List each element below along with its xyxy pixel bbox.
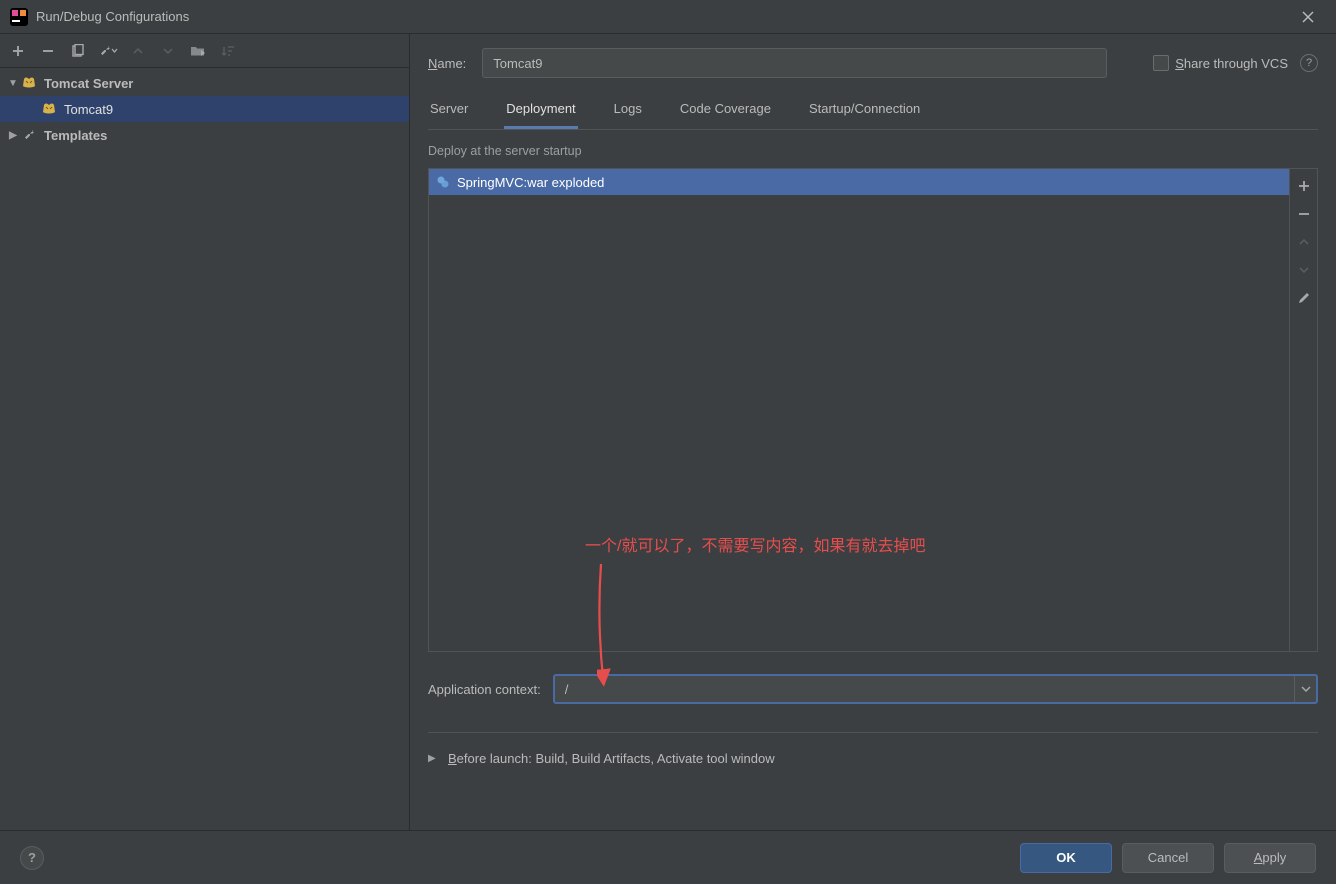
chevron-right-icon: ▶ [428, 753, 440, 764]
share-vcs-checkbox[interactable] [1153, 55, 1169, 71]
tab-startup-connection[interactable]: Startup/Connection [807, 96, 922, 129]
tree-node-templates[interactable]: ▶ Templates [0, 122, 409, 148]
config-name-input[interactable] [482, 48, 1107, 78]
add-button[interactable] [4, 37, 32, 65]
tomcat-icon [22, 75, 38, 91]
annotation-text: 一个/就可以了，不需要写内容，如果有就去掉吧 [585, 532, 925, 556]
tab-server[interactable]: Server [428, 96, 470, 129]
main-area: ▼ Tomcat Server Tomcat9 ▶ Templates Name… [0, 34, 1336, 830]
tree-node-tomcat-server[interactable]: ▼ Tomcat Server [0, 70, 409, 96]
chevron-right-icon: ▶ [4, 130, 22, 141]
tab-logs[interactable]: Logs [612, 96, 644, 129]
close-button[interactable] [1288, 2, 1328, 32]
remove-button[interactable] [34, 37, 62, 65]
separator [428, 732, 1318, 733]
chevron-down-icon: ▼ [4, 78, 22, 89]
footer-buttons: OK Cancel Apply [1020, 843, 1316, 873]
config-tree: ▼ Tomcat Server Tomcat9 ▶ Templates [0, 68, 409, 830]
tree-node-tomcat9[interactable]: Tomcat9 [0, 96, 409, 122]
wrench-button[interactable] [94, 37, 122, 65]
before-launch-label: Before launch: Build, Build Artifacts, A… [448, 751, 775, 766]
app-context-input[interactable] [555, 676, 1294, 702]
deploy-list[interactable]: SpringMVC:war exploded [429, 169, 1289, 651]
sidebar-toolbar [0, 34, 409, 68]
app-context-label: Application context: [428, 682, 541, 697]
deploy-up-button [1293, 231, 1315, 253]
window-title: Run/Debug Configurations [36, 9, 189, 24]
help-button[interactable]: ? [20, 846, 44, 870]
sort-button [214, 37, 242, 65]
tab-deployment[interactable]: Deployment [504, 96, 577, 129]
artifact-icon [435, 174, 451, 190]
wrench-icon [22, 127, 38, 143]
move-up-button [124, 37, 152, 65]
share-vcs-row: Share through VCS ? [1153, 54, 1318, 72]
apply-button[interactable]: Apply [1224, 843, 1316, 873]
tabs: Server Deployment Logs Code Coverage Sta… [428, 96, 1318, 130]
tab-code-coverage[interactable]: Code Coverage [678, 96, 773, 129]
footer: ? OK Cancel Apply [0, 830, 1336, 884]
deploy-side-toolbar [1289, 169, 1317, 651]
deploy-down-button [1293, 259, 1315, 281]
sidebar: ▼ Tomcat Server Tomcat9 ▶ Templates [0, 34, 410, 830]
tree-node-label: Tomcat9 [64, 102, 113, 117]
deploy-add-button[interactable] [1293, 175, 1315, 197]
cancel-button[interactable]: Cancel [1122, 843, 1214, 873]
share-help-icon[interactable]: ? [1300, 54, 1318, 72]
ok-button[interactable]: OK [1020, 843, 1112, 873]
deploy-area: SpringMVC:war exploded [428, 168, 1318, 652]
tree-node-label: Templates [44, 128, 107, 143]
share-vcs-label: Share through VCS [1175, 56, 1288, 71]
name-row: Name: Share through VCS ? [428, 48, 1318, 78]
app-icon [8, 6, 30, 28]
folder-button[interactable] [184, 37, 212, 65]
deploy-remove-button[interactable] [1293, 203, 1315, 225]
titlebar: Run/Debug Configurations [0, 0, 1336, 34]
chevron-down-icon[interactable] [1294, 676, 1316, 702]
tomcat-icon [42, 101, 58, 117]
tree-node-label: Tomcat Server [44, 76, 133, 91]
content-panel: Name: Share through VCS ? Server Deploym… [410, 34, 1336, 830]
name-label: Name: [428, 56, 466, 71]
deploy-item[interactable]: SpringMVC:war exploded [429, 169, 1289, 195]
copy-button[interactable] [64, 37, 92, 65]
before-launch-row[interactable]: ▶ Before launch: Build, Build Artifacts,… [428, 751, 1318, 766]
app-context-row: Application context: [428, 674, 1318, 704]
deploy-edit-button[interactable] [1293, 287, 1315, 309]
app-context-combobox[interactable] [553, 674, 1318, 704]
deploy-section-label: Deploy at the server startup [428, 144, 1318, 158]
deploy-item-label: SpringMVC:war exploded [457, 175, 604, 190]
move-down-button [154, 37, 182, 65]
